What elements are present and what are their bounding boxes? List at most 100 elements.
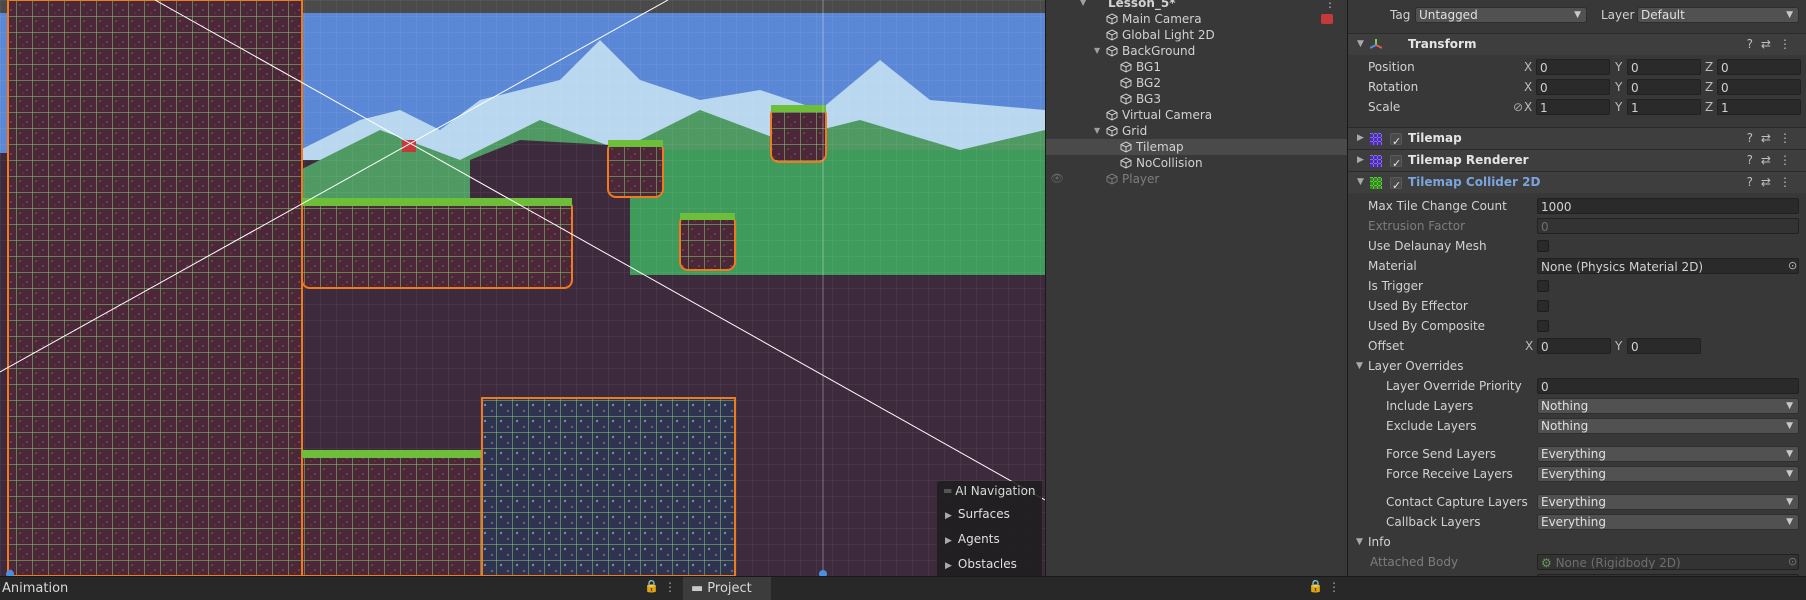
component-tools[interactable]: ?⇄⋮ <box>1747 128 1799 149</box>
fold-arrow-icon[interactable]: ▶ <box>1357 128 1364 149</box>
hierarchy-item-label: Player <box>1122 172 1160 186</box>
transform-scale-label: Scale <box>1368 100 1401 114</box>
hierarchy-item-label: Tilemap <box>1136 140 1184 154</box>
transform-scale-z-field[interactable]: 1 <box>1717 99 1801 115</box>
tilemap-left-wall <box>7 0 303 576</box>
chevron-down-icon: ▼ <box>1786 497 1793 507</box>
gameobject-cube-icon <box>1106 173 1118 185</box>
hierarchy-item[interactable]: BG3 <box>1046 91 1348 107</box>
nav-item-obstacles[interactable]: ▶ Obstacles <box>945 557 1017 571</box>
layer-label: Layer <box>1601 8 1635 22</box>
nav-item-surfaces[interactable]: ▶ Surfaces <box>945 507 1010 521</box>
fold-arrow-icon[interactable]: ▼ <box>1094 43 1100 59</box>
tab-animation[interactable]: Animation <box>0 577 76 600</box>
layer-overrides-label: Layer Overrides <box>1368 359 1464 373</box>
component-enabled-checkbox[interactable] <box>1390 175 1402 196</box>
transform-position-x-field[interactable]: 0 <box>1536 59 1610 75</box>
transform-title: Transform <box>1408 37 1477 51</box>
used-by-effector-checkbox[interactable] <box>1537 300 1549 312</box>
component-tools[interactable]: ?⇄⋮ <box>1747 34 1799 55</box>
object-picker-icon[interactable]: ⊙ <box>1788 555 1797 568</box>
transform-rotation-x-field[interactable]: 0 <box>1536 79 1610 95</box>
hierarchy-item[interactable]: ▼ Grid <box>1046 123 1348 139</box>
layer-dropdown[interactable]: Default ▼ <box>1637 7 1799 23</box>
more-icon[interactable]: ⋮ <box>1324 0 1336 11</box>
transform-scale-y-field[interactable]: 1 <box>1627 99 1701 115</box>
fold-arrow-icon[interactable]: ▼ <box>1356 361 1363 371</box>
object-picker-icon[interactable]: ⊙ <box>1788 259 1797 272</box>
force-send-layers-dropdown[interactable]: Everything ▼ <box>1537 446 1799 462</box>
use-delaunay-mesh-checkbox[interactable] <box>1537 240 1549 252</box>
more-icon[interactable]: ⋮ <box>664 580 676 594</box>
inspector-panel[interactable]: Tag Untagged ▼ Layer Default ▼ ▼ Transform… <box>1347 0 1806 590</box>
material-object-field[interactable]: None (Physics Material 2D) <box>1537 258 1799 274</box>
transform-rotation-y-field[interactable]: 0 <box>1627 79 1701 95</box>
used-by-composite-checkbox[interactable] <box>1537 320 1549 332</box>
callback-layers-label: Callback Layers <box>1386 515 1481 529</box>
hierarchy-item[interactable]: Tilemap <box>1046 139 1348 155</box>
hierarchy-panel[interactable]: ▼ Lesson_5* ⋮ Main Camera Global Light 2D… <box>1045 0 1348 576</box>
fold-arrow-icon[interactable]: ▼ <box>1357 34 1364 55</box>
component-tools[interactable]: ?⇄⋮ <box>1747 172 1799 193</box>
hierarchy-item-label: BG2 <box>1136 76 1161 90</box>
expand-arrow-icon: ▶ <box>945 536 952 546</box>
constrain-proportions-icon[interactable]: ⊘ <box>1513 100 1523 114</box>
tag-dropdown[interactable]: Untagged ▼ <box>1415 7 1587 23</box>
component-enabled-checkbox[interactable] <box>1390 131 1402 152</box>
exclude-layers-dropdown[interactable]: Nothing ▼ <box>1537 418 1799 434</box>
more-icon[interactable]: ⋮ <box>1328 580 1340 594</box>
exclude-layers-label: Exclude Layers <box>1386 419 1477 433</box>
hierarchy-item[interactable]: Virtual Camera <box>1046 107 1348 123</box>
tilemap-header[interactable]: ▶ Tilemap ?⇄⋮ <box>1348 127 1806 152</box>
layer-override-priority-field[interactable]: 0 <box>1537 378 1799 394</box>
scene-canvas[interactable] <box>0 0 1045 576</box>
transform-scale-x-field[interactable]: 1 <box>1536 99 1610 115</box>
transform-header[interactable]: ▼ Transform ?⇄⋮ <box>1348 33 1806 55</box>
fold-arrow-icon[interactable]: ▶ <box>1357 150 1364 171</box>
component-enabled-checkbox[interactable] <box>1390 153 1402 174</box>
hierarchy-item[interactable]: Global Light 2D <box>1046 27 1348 43</box>
hierarchy-item[interactable]: ▼ BackGround <box>1046 43 1348 59</box>
chevron-down-icon: ▼ <box>1574 10 1581 20</box>
drag-handle-icon[interactable]: ═ <box>944 484 951 498</box>
scene-root-row[interactable]: ▼ Lesson_5* ⋮ <box>1046 0 1348 11</box>
tilemap-collider-2d-header[interactable]: ▼ Tilemap Collider 2D ?⇄⋮ <box>1348 171 1806 196</box>
fold-arrow-icon[interactable]: ▼ <box>1080 0 1086 11</box>
axis-z-label: Z <box>1705 80 1714 94</box>
offset-x-field[interactable]: 0 <box>1537 338 1611 354</box>
fold-arrow-icon[interactable]: ▼ <box>1094 123 1100 139</box>
tab-project[interactable]: ▬ Project <box>683 577 771 600</box>
include-layers-dropdown[interactable]: Nothing ▼ <box>1537 398 1799 414</box>
hierarchy-item[interactable]: BG2 <box>1046 75 1348 91</box>
offset-y-field[interactable]: 0 <box>1627 338 1701 354</box>
contact-capture-layers-dropdown[interactable]: Everything ▼ <box>1537 494 1799 510</box>
hierarchy-item[interactable]: NoCollision <box>1046 155 1348 171</box>
visibility-eye-icon[interactable]: 👁 <box>1050 172 1064 185</box>
hierarchy-item[interactable]: BG1 <box>1046 59 1348 75</box>
hierarchy-item[interactable]: Player <box>1046 171 1348 187</box>
lock-icon[interactable]: 🔒 <box>1308 579 1323 593</box>
include-layers-label: Include Layers <box>1386 399 1474 413</box>
transform-position-y-field[interactable]: 0 <box>1627 59 1701 75</box>
tilemap-float-2 <box>770 106 827 163</box>
tilemap-renderer-header[interactable]: ▶ Tilemap Renderer ?⇄⋮ <box>1348 149 1806 174</box>
hierarchy-item-label: NoCollision <box>1136 156 1203 170</box>
fold-arrow-icon[interactable]: ▼ <box>1356 537 1363 547</box>
material-label: Material <box>1368 259 1417 273</box>
attached-body-label: Attached Body <box>1370 555 1459 569</box>
fold-arrow-icon[interactable]: ▼ <box>1357 172 1364 193</box>
ai-navigation-overlay[interactable]: ═ AI Navigation ▶ Surfaces ▶ Agents ▶ Obstac… <box>937 481 1042 576</box>
component-tools[interactable]: ?⇄⋮ <box>1747 150 1799 171</box>
nav-item-agents[interactable]: ▶ Agents <box>945 532 1000 546</box>
transform-position-z-field[interactable]: 0 <box>1717 59 1801 75</box>
gameobject-cube-icon <box>1106 13 1118 25</box>
max-tile-change-count-field[interactable]: 1000 <box>1537 198 1799 214</box>
is-trigger-checkbox[interactable] <box>1537 280 1549 292</box>
force-receive-layers-dropdown[interactable]: Everything ▼ <box>1537 466 1799 482</box>
transform-rotation-z-field[interactable]: 0 <box>1717 79 1801 95</box>
ai-navigation-title: AI Navigation <box>955 484 1036 498</box>
lock-icon[interactable]: 🔒 <box>644 579 659 593</box>
scene-view[interactable]: ═ AI Navigation ▶ Surfaces ▶ Agents ▶ Obstac… <box>0 0 1045 576</box>
hierarchy-item[interactable]: Main Camera <box>1046 11 1348 27</box>
callback-layers-dropdown[interactable]: Everything ▼ <box>1537 514 1799 530</box>
